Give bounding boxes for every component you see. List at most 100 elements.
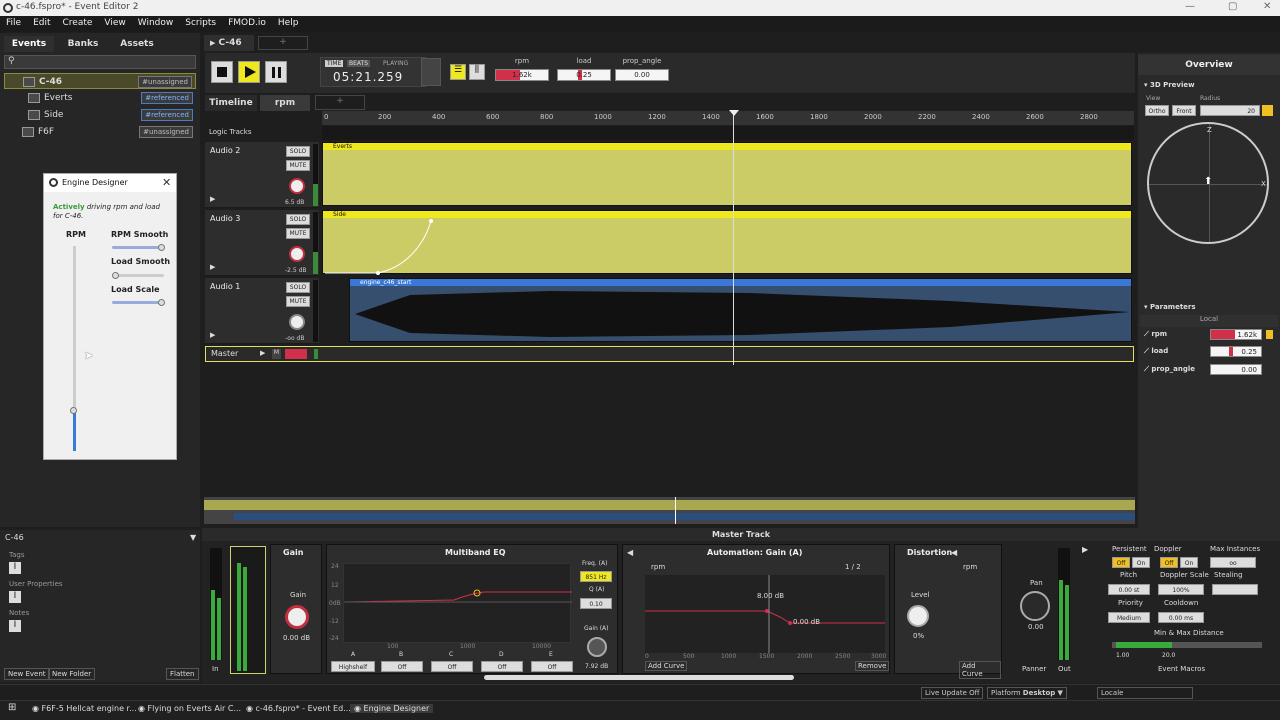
section-header[interactable]: ▾ Parameters (1144, 303, 1196, 311)
tree-item-everts[interactable]: Everts #referenced (4, 90, 196, 106)
menu-view[interactable]: View (98, 16, 131, 30)
tree-item-side[interactable]: Side #referenced (4, 107, 196, 123)
front-button[interactable]: Front (1172, 105, 1196, 116)
level-knob[interactable] (907, 605, 929, 627)
load-scale-slider[interactable] (112, 301, 164, 304)
stealing-select[interactable] (1212, 584, 1258, 595)
persistent-on[interactable]: On (1132, 557, 1150, 568)
menu-fmodio[interactable]: FMOD.io (222, 16, 272, 30)
volume-knob[interactable] (289, 246, 305, 262)
text-edit-icon[interactable]: I (9, 562, 21, 574)
master-track-header[interactable]: Master ▶ M (205, 346, 1134, 362)
play-button[interactable] (238, 61, 260, 83)
param-rpm-field[interactable]: 1.62k (495, 69, 549, 81)
add-tab-button[interactable]: + (258, 36, 308, 50)
param-load-field[interactable]: 0.25 (557, 69, 611, 81)
timeline-ruler[interactable]: 0 200 400 600 800 1000 1200 1400 1600 1800 2000 220… (322, 111, 1134, 125)
distance-slider[interactable] (1112, 642, 1262, 648)
search-input[interactable]: ⚲ (4, 55, 196, 69)
grid-view-button[interactable]: ⫼ (469, 64, 485, 80)
tab-rpm[interactable]: rpm (260, 95, 310, 111)
list-view-button[interactable]: ☰ (450, 64, 466, 80)
rpm-smooth-slider[interactable] (112, 246, 164, 249)
chevron-left-icon[interactable]: ◀ (627, 548, 633, 557)
taskbar-item[interactable]: ◉ c-46.fspro* - Event Ed... (246, 704, 351, 713)
3d-preview-view[interactable]: ⬆ Z X (1147, 122, 1269, 244)
chevron-left-icon[interactable]: ◀ (951, 548, 957, 557)
playhead-marker-icon[interactable] (729, 110, 739, 116)
mute-button[interactable]: MUTE (286, 160, 310, 171)
pitch-field[interactable]: 0.00 st (1108, 584, 1150, 595)
track-header-audio3[interactable]: Audio 3 SOLO MUTE -2.5 dB ▶ (205, 210, 319, 276)
text-edit-icon[interactable]: I (9, 620, 21, 632)
param-prop-value[interactable]: 0.00 (1210, 364, 1262, 375)
playhead[interactable] (733, 111, 734, 365)
tab-c46[interactable]: ▶ C-46 (204, 35, 254, 51)
minimize-icon[interactable]: — (1185, 1, 1195, 12)
tab-events[interactable]: Events (4, 36, 54, 52)
mute-button[interactable]: MUTE (286, 228, 310, 239)
solo-button[interactable]: SOLO (286, 282, 310, 293)
doppler-off[interactable]: Off (1160, 557, 1178, 568)
menu-window[interactable]: Window (132, 16, 180, 30)
close-icon[interactable]: ✕ (162, 176, 171, 189)
play-icon[interactable]: ▶ (1082, 545, 1088, 554)
track-header-audio2[interactable]: Audio 2 SOLO MUTE 6.5 dB ▶ (205, 142, 319, 208)
volume-slider[interactable] (285, 349, 307, 359)
windows-start-icon[interactable]: ⊞ (8, 702, 16, 713)
band-e-select[interactable]: Off (531, 661, 573, 672)
volume-knob[interactable] (289, 314, 305, 330)
chevron-down-icon[interactable]: ▼ (190, 533, 196, 542)
time-mode-beats[interactable]: BEATS (347, 60, 371, 67)
region-engine-start[interactable]: engine_c46_start (349, 278, 1132, 342)
platform-select[interactable]: Platform Desktop ▼ (987, 687, 1067, 699)
add-curve-button[interactable]: Add Curve (645, 661, 688, 671)
menu-create[interactable]: Create (57, 16, 99, 30)
tree-item-f6f[interactable]: F6F #unassigned (4, 124, 196, 140)
doppler-scale-field[interactable]: 100% (1158, 584, 1204, 595)
pan-knob[interactable] (1020, 591, 1050, 621)
eq-freq-field[interactable]: 851 Hz (580, 571, 612, 582)
locale-select[interactable]: Locale (1097, 687, 1193, 699)
menu-file[interactable]: File (0, 16, 27, 30)
text-edit-icon[interactable]: I (9, 591, 21, 603)
param-rpm-value[interactable]: 1.62k (1210, 329, 1262, 340)
eq-q-field[interactable]: 0.10 (580, 598, 612, 609)
band-b-select[interactable]: Off (381, 661, 423, 672)
rpm-slider-handle[interactable] (70, 407, 77, 414)
taskbar-item[interactable]: ◉ F6F-5 Hellcat engine r... (32, 704, 137, 713)
rpm-smooth-handle[interactable] (158, 244, 166, 251)
tab-banks[interactable]: Banks (58, 36, 108, 52)
expand-icon[interactable]: ▶ (260, 349, 265, 357)
maximize-icon[interactable]: ▢ (1228, 1, 1237, 12)
add-subtab-button[interactable]: + (315, 95, 365, 110)
automation-graph[interactable] (645, 575, 885, 653)
menu-help[interactable]: Help (272, 16, 305, 30)
param-load-value[interactable]: 0.25 (1210, 346, 1262, 357)
section-header[interactable]: ▾ 3D Preview (1144, 81, 1195, 89)
region-side[interactable]: Side (322, 210, 1132, 275)
load-smooth-slider[interactable] (112, 274, 164, 277)
close-icon[interactable]: ✕ (1263, 1, 1271, 12)
remove-button[interactable]: Remove (855, 661, 890, 671)
eq-gain-knob[interactable] (587, 637, 607, 657)
expand-icon[interactable]: ▶ (210, 263, 215, 271)
solo-button[interactable]: SOLO (286, 146, 310, 157)
add-curve-button[interactable]: Add Curve (959, 661, 1001, 679)
overview-strip[interactable] (204, 497, 1135, 524)
region-everts[interactable]: Everts (322, 142, 1132, 206)
lock-icon[interactable] (1262, 105, 1273, 116)
priority-select[interactable]: Medium (1108, 612, 1150, 623)
param-prop-field[interactable]: 0.00 (615, 69, 669, 81)
mute-button[interactable]: M (272, 349, 281, 359)
band-a-select[interactable]: Highshelf (331, 661, 375, 672)
max-instances-field[interactable]: oo (1210, 557, 1256, 568)
load-scale-handle[interactable] (158, 299, 166, 306)
expand-icon[interactable]: ▶ (210, 195, 215, 203)
expand-icon[interactable]: ▶ (210, 331, 215, 339)
menu-edit[interactable]: Edit (27, 16, 56, 30)
radius-field[interactable]: 20 (1200, 105, 1260, 116)
doppler-on[interactable]: On (1180, 557, 1198, 568)
persistent-off[interactable]: Off (1112, 557, 1130, 568)
mute-button[interactable]: MUTE (286, 296, 310, 307)
